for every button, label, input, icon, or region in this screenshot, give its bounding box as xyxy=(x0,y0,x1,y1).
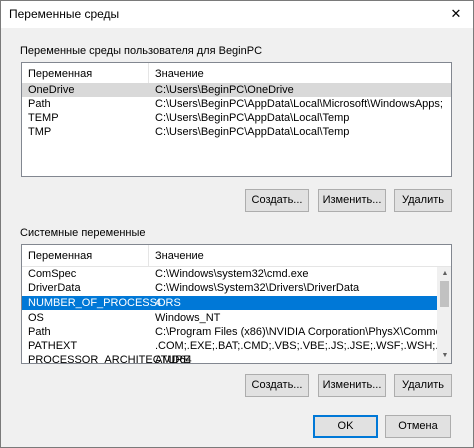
scroll-down-icon[interactable]: ▼ xyxy=(438,349,451,363)
var-value: C:\Users\BeginPC\AppData\Local\Microsoft… xyxy=(155,98,443,110)
user-var-row[interactable]: OneDrive C:\Users\BeginPC\OneDrive xyxy=(22,83,451,97)
var-value: .COM;.EXE;.BAT;.CMD;.VBS;.VBE;.JS;.JSE;.… xyxy=(155,340,452,352)
var-value: C:\Windows\System32\Drivers\DriverData xyxy=(155,282,360,294)
user-delete-button[interactable]: Удалить xyxy=(394,189,452,212)
close-icon[interactable]: ✕ xyxy=(447,5,465,23)
var-value: C:\Users\BeginPC\OneDrive xyxy=(155,84,294,96)
system-edit-button[interactable]: Изменить... xyxy=(318,374,386,397)
var-name: Path xyxy=(28,326,51,338)
system-var-row[interactable]: OS Windows_NT xyxy=(22,311,451,325)
var-name: DriverData xyxy=(28,282,81,294)
user-create-button[interactable]: Создать... xyxy=(245,189,309,212)
var-value: C:\Program Files (x86)\NVIDIA Corporatio… xyxy=(155,326,439,338)
system-vars-scrollbar[interactable]: ▲ ▼ xyxy=(437,267,451,363)
user-var-row[interactable]: TEMP C:\Users\BeginPC\AppData\Local\Temp xyxy=(22,111,451,125)
system-var-row-selected[interactable]: NUMBER_OF_PROCESSORS 4 xyxy=(22,296,439,310)
var-value: C:\Users\BeginPC\AppData\Local\Temp xyxy=(155,126,350,138)
system-vars-list[interactable]: Переменная Значение ComSpec C:\Windows\s… xyxy=(21,244,452,364)
var-value: AMD64 xyxy=(155,354,192,364)
scroll-thumb[interactable] xyxy=(440,281,449,307)
var-name: OS xyxy=(28,312,44,324)
system-delete-button[interactable]: Удалить xyxy=(394,374,452,397)
user-vars-list[interactable]: Переменная Значение OneDrive C:\Users\Be… xyxy=(21,62,452,177)
system-var-row[interactable]: ComSpec C:\Windows\system32\cmd.exe xyxy=(22,267,451,281)
var-value: 4 xyxy=(155,297,162,309)
window-title: Переменные среды xyxy=(9,7,120,21)
system-var-row[interactable]: PATHEXT .COM;.EXE;.BAT;.CMD;.VBS;.VBE;.J… xyxy=(22,339,451,353)
column-header-value[interactable]: Значение xyxy=(149,63,449,85)
column-header-variable[interactable]: Переменная xyxy=(22,245,149,267)
var-value: Windows_NT xyxy=(155,312,221,324)
var-name: ComSpec xyxy=(28,268,77,280)
var-value: C:\Windows\system32\cmd.exe xyxy=(155,268,309,280)
var-name: TEMP xyxy=(28,112,59,124)
user-vars-header: Переменная Значение xyxy=(22,63,451,85)
system-var-row[interactable]: PROCESSOR_ARCHITECTURE AMD64 xyxy=(22,353,451,364)
column-header-variable[interactable]: Переменная xyxy=(22,63,149,85)
user-edit-button[interactable]: Изменить... xyxy=(318,189,386,212)
var-value: C:\Users\BeginPC\AppData\Local\Temp xyxy=(155,112,350,124)
column-header-value[interactable]: Значение xyxy=(149,245,439,267)
system-create-button[interactable]: Создать... xyxy=(245,374,309,397)
ok-button[interactable]: OK xyxy=(313,415,378,438)
title-bar: Переменные среды ✕ xyxy=(1,1,473,28)
scroll-up-icon[interactable]: ▲ xyxy=(438,267,451,281)
system-vars-header: Переменная Значение xyxy=(22,245,451,267)
var-name: TMP xyxy=(28,126,52,138)
system-var-row[interactable]: DriverData C:\Windows\System32\Drivers\D… xyxy=(22,281,451,295)
var-name: Path xyxy=(28,98,51,110)
var-name: OneDrive xyxy=(28,84,75,96)
cancel-button[interactable]: Отмена xyxy=(385,415,451,438)
user-vars-group-label: Переменные среды пользователя для BeginP… xyxy=(20,45,263,57)
user-var-row[interactable]: Path C:\Users\BeginPC\AppData\Local\Micr… xyxy=(22,97,451,111)
system-vars-group-label: Системные переменные xyxy=(20,227,146,239)
var-name: PATHEXT xyxy=(28,340,78,352)
system-var-row[interactable]: Path C:\Program Files (x86)\NVIDIA Corpo… xyxy=(22,325,439,339)
environment-variables-dialog: Переменные среды ✕ Переменные среды поль… xyxy=(0,0,474,448)
user-var-row[interactable]: TMP C:\Users\BeginPC\AppData\Local\Temp xyxy=(22,125,451,139)
